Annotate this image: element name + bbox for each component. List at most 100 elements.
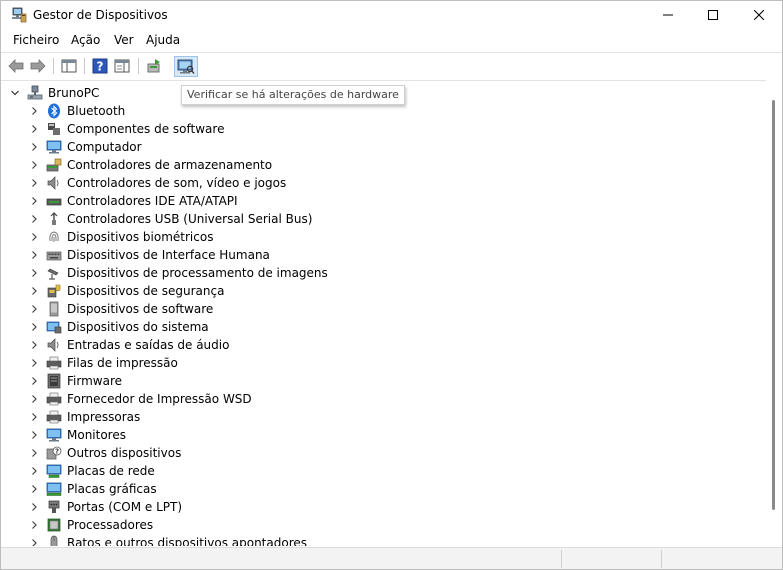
tree-item-label: Controladores IDE ATA/ATAPI (67, 194, 238, 208)
tree-item[interactable]: Fornecedor de Impressão WSD (1, 390, 761, 408)
menu-acao[interactable]: Ação (71, 33, 100, 47)
menu-ficheiro[interactable]: Ficheiro (13, 33, 59, 47)
chevron-right-icon[interactable] (29, 142, 39, 152)
chevron-right-icon[interactable] (29, 502, 39, 512)
unknown-device-icon: ? (46, 446, 62, 460)
tree-item[interactable]: Filas de impressão (1, 354, 761, 372)
tree-item[interactable]: Impressoras (1, 408, 761, 426)
chevron-right-icon[interactable] (29, 520, 39, 530)
minimize-icon (663, 14, 673, 16)
tree-item[interactable]: Dispositivos do sistema (1, 318, 761, 336)
action-pane-icon (114, 59, 130, 73)
tree-item[interactable]: Dispositivos de segurança (1, 282, 761, 300)
audio-io-icon (47, 338, 59, 352)
scan-hardware-changes-button[interactable] (174, 56, 198, 77)
tree-item[interactable]: Dispositivos biométricos (1, 228, 761, 246)
chevron-right-icon[interactable] (29, 466, 39, 476)
back-button[interactable] (6, 57, 26, 75)
minimize-button[interactable] (645, 1, 691, 29)
toolbar: ? (1, 52, 782, 81)
tree-item[interactable]: Controladores de som, vídeo e jogos (1, 174, 761, 192)
chevron-right-icon[interactable] (29, 322, 39, 332)
print-queue-icon (46, 356, 62, 370)
tree-item-label: Dispositivos de segurança (67, 284, 225, 298)
scrollbar-thumb[interactable] (772, 100, 775, 510)
device-manager-window: Gestor de Dispositivos Ficheiro Ação Ver… (0, 0, 783, 570)
tree-item-label: Portas (COM e LPT) (67, 500, 183, 514)
menu-ver[interactable]: Ver (114, 33, 134, 47)
chevron-right-icon[interactable] (29, 286, 39, 296)
show-hide-console-tree-button[interactable] (59, 57, 79, 75)
chevron-right-icon[interactable] (29, 214, 39, 224)
chevron-right-icon[interactable] (29, 160, 39, 170)
show-hide-action-pane-button[interactable] (112, 57, 132, 75)
forward-button[interactable] (28, 57, 48, 75)
toolbar-separator (84, 58, 85, 74)
tree-item[interactable]: Componentes de software (1, 120, 761, 138)
software-device-icon (49, 301, 59, 317)
maximize-button[interactable] (690, 1, 736, 29)
tree-item-label: Monitores (67, 428, 126, 442)
tree-item[interactable]: Controladores USB (Universal Serial Bus) (1, 210, 761, 228)
tree-item[interactable]: Entradas e saídas de áudio (1, 336, 761, 354)
tree-item-label: Filas de impressão (67, 356, 178, 370)
tree-item-label: Ratos e outros dispositivos apontadores (67, 536, 308, 546)
chevron-right-icon[interactable] (29, 106, 39, 116)
svg-text:?: ? (55, 448, 59, 456)
menu-ajuda[interactable]: Ajuda (146, 33, 180, 47)
tree-item[interactable]: Ratos e outros dispositivos apontadores (1, 534, 761, 546)
chevron-down-icon[interactable] (10, 88, 20, 98)
tree-item[interactable]: Controladores de armazenamento (1, 156, 761, 174)
toolbar-tooltip: Verificar se há alterações de hardware (181, 85, 405, 105)
tree-item[interactable]: Dispositivos de Interface Humana (1, 246, 761, 264)
chevron-right-icon[interactable] (29, 178, 39, 188)
tree-item[interactable]: Computador (1, 138, 761, 156)
monitor-icon (46, 428, 62, 442)
tree-item[interactable]: Processadores (1, 516, 761, 534)
tree-item[interactable]: Placas gráficas (1, 480, 761, 498)
chevron-right-icon[interactable] (29, 394, 39, 404)
chevron-right-icon[interactable] (29, 430, 39, 440)
tree-item[interactable]: Placas de rede (1, 462, 761, 480)
back-arrow-icon (8, 59, 24, 73)
processor-icon (47, 518, 61, 532)
chevron-right-icon[interactable] (29, 250, 39, 260)
tree-item-label: Processadores (67, 518, 154, 532)
speaker-icon (47, 176, 59, 190)
vertical-scrollbar[interactable] (766, 80, 782, 546)
tree-item-label: Placas de rede (67, 464, 155, 478)
tree-root-label: BrunoPC (48, 86, 100, 100)
tree-item[interactable]: ? Outros dispositivos (1, 444, 761, 462)
computer-root-icon (27, 85, 43, 100)
chevron-right-icon[interactable] (29, 196, 39, 206)
chevron-right-icon[interactable] (29, 232, 39, 242)
camera-icon (47, 268, 59, 280)
tree-item[interactable]: Dispositivos de processamento de imagens (1, 264, 761, 282)
device-tree: BrunoPC Bluetooth Componentes de software… (1, 80, 766, 546)
chevron-right-icon[interactable] (29, 358, 39, 368)
tree-item[interactable]: Controladores IDE ATA/ATAPI (1, 192, 761, 210)
chevron-right-icon[interactable] (29, 268, 39, 278)
update-driver-icon (147, 59, 160, 73)
svg-text:?: ? (97, 60, 104, 74)
tree-item[interactable]: Dispositivos de software (1, 300, 761, 318)
chevron-right-icon[interactable] (29, 376, 39, 386)
chevron-right-icon[interactable] (29, 538, 39, 546)
tree-item[interactable]: Monitores (1, 426, 761, 444)
chevron-right-icon[interactable] (29, 340, 39, 350)
help-button[interactable]: ? (90, 57, 110, 75)
chevron-right-icon[interactable] (29, 484, 39, 494)
tree-item[interactable]: Portas (COM e LPT) (1, 498, 761, 516)
close-button[interactable] (736, 1, 782, 29)
chevron-right-icon[interactable] (29, 448, 39, 458)
console-tree-icon (61, 59, 77, 73)
update-driver-button[interactable] (144, 57, 164, 75)
tree-item[interactable]: Firmware (1, 372, 761, 390)
tree-item-label: Placas gráficas (67, 482, 157, 496)
chevron-right-icon[interactable] (29, 124, 39, 134)
chevron-right-icon[interactable] (29, 304, 39, 314)
tree-item-label: Firmware (67, 374, 122, 388)
tree-item-label: Bluetooth (67, 104, 126, 118)
chevron-right-icon[interactable] (29, 412, 39, 422)
tree-item-label: Dispositivos de Interface Humana (67, 248, 270, 262)
